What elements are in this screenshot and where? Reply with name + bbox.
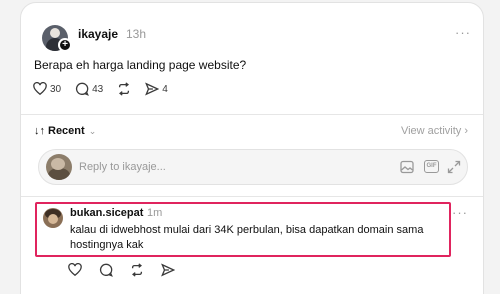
post-text: Berapa eh harga landing page website? [34,58,247,72]
post-timestamp: 13h [126,27,147,41]
share-count: 4 [162,83,168,95]
like-count: 30 [50,83,62,95]
follow-plus-icon[interactable]: + [58,38,72,52]
comment-bubble-icon [76,82,90,96]
share-button[interactable]: 4 [145,82,168,96]
comment-share-button[interactable] [161,263,175,277]
post-more-icon[interactable]: ··· [455,25,471,40]
repost-icon [131,263,143,277]
image-icon[interactable] [400,160,414,174]
post-username[interactable]: ikayaje [78,27,118,41]
post-actions: 30 43 4 [33,82,182,96]
sort-icon: ↓↑ [34,125,45,137]
send-icon [145,82,160,96]
comment-timestamp: 1m [147,207,163,219]
comment-text: kalau di idwebhost mulai dari 34K perbul… [70,224,424,251]
comment-author-avatar[interactable] [43,208,63,228]
gif-icon[interactable]: GIF [424,160,439,173]
avatar-face [48,214,58,224]
view-activity-link[interactable]: View activity › [401,125,468,137]
comment-more-icon[interactable]: ··· [452,205,468,220]
repost-button[interactable] [117,82,131,96]
divider [21,114,483,115]
comment-button[interactable]: 43 [75,82,103,96]
comment-like-button[interactable] [68,263,82,277]
like-button[interactable]: 30 [33,82,61,96]
image-icon-svg [400,160,414,174]
comment-count: 43 [92,83,104,95]
comment-reply-button[interactable] [99,263,113,277]
comment-bubble-icon [99,263,113,277]
divider [21,196,483,197]
heart-icon [33,82,47,96]
reply-placeholder[interactable]: Reply to ikayaje... [79,161,166,173]
expand-icon-svg [447,160,461,174]
avatar-head [50,28,60,38]
sort-label: Recent [48,125,85,137]
current-user-avatar [46,154,72,180]
avatar-shape [51,158,65,170]
heart-icon [68,263,82,277]
send-icon [161,263,175,277]
expand-icon[interactable] [447,160,461,174]
reply-input[interactable]: Reply to ikayaje... GIF [38,149,468,185]
comment-repost-button[interactable] [130,263,144,277]
comment-actions [68,263,192,277]
repost-icon [119,82,130,96]
comment-username[interactable]: bukan.sicepat [70,207,143,219]
sort-dropdown[interactable]: ↓↑ Recent ⌄ [34,125,96,137]
chevron-down-icon: ⌄ [88,125,97,136]
